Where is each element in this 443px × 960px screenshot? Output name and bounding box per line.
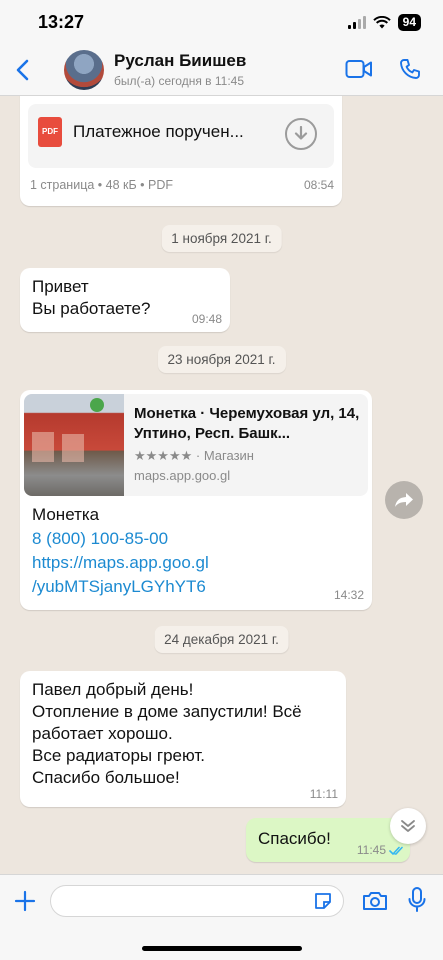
read-receipt-icon (389, 846, 403, 856)
document-meta: 1 страница • 48 кБ • PDF (30, 178, 173, 192)
microphone-icon[interactable] (408, 887, 426, 913)
message-time: 14:32 (333, 588, 364, 602)
message-text: Привет Вы работаете? (32, 277, 151, 318)
location-message[interactable]: Монетка · Черемуховая ул, 14, Уптино, Ре… (20, 390, 372, 610)
phone-link[interactable]: 8 (800) 100-85-00 (32, 528, 168, 550)
date-separator: 23 ноября 2021 г. (157, 346, 286, 373)
message-text: Спасибо! (258, 829, 331, 848)
plus-icon[interactable] (14, 890, 36, 912)
document-message[interactable]: PDF Платежное поручен... 1 страница • 48… (20, 96, 342, 206)
home-indicator (142, 946, 302, 951)
avatar[interactable] (64, 49, 104, 90)
status-icons: 94 (347, 13, 421, 31)
message-time: 11:11 (309, 787, 338, 801)
status-time: 13:27 (38, 11, 85, 32)
message-text: Павел добрый день! Отопление в доме запу… (32, 680, 302, 787)
forward-icon (395, 493, 413, 507)
chevron-left-icon (16, 59, 29, 80)
status-bar: 13:27 94 (0, 0, 443, 44)
double-chevron-down-icon (401, 820, 415, 832)
link-preview[interactable]: Монетка · Черемуховая ул, 14, Уптино, Ре… (24, 394, 368, 496)
message-time: 08:54 (303, 178, 334, 192)
sticker-icon[interactable] (313, 891, 333, 911)
date-separator: 1 ноября 2021 г. (161, 225, 282, 252)
map-link[interactable]: https://maps.app.goo.gl (32, 552, 209, 574)
document-filename: Платежное поручен... (73, 122, 244, 141)
download-button[interactable] (285, 118, 317, 150)
pdf-file-icon: PDF (38, 117, 62, 147)
last-seen: был(-а) сегодня в 11:45 (114, 74, 245, 88)
map-link-continued[interactable]: /yubMTSjanyLGYhYT6 (32, 576, 206, 598)
signal-icon (347, 15, 366, 29)
link-domain: maps.app.goo.gl (134, 468, 231, 483)
contact-name: Руслан Биишев (114, 51, 247, 70)
incoming-message[interactable]: Павел добрый день! Отопление в доме запу… (20, 671, 346, 807)
chat-area[interactable]: PDF Платежное поручен... 1 страница • 48… (0, 96, 443, 874)
message-input[interactable] (50, 885, 344, 917)
message-time: 09:48 (191, 312, 222, 326)
forward-button[interactable] (385, 481, 423, 519)
message-time: 11:45 (356, 843, 386, 857)
link-title: Монетка · Черемуховая ул, 14, Уптино, Ре… (134, 405, 360, 442)
download-icon (294, 126, 308, 140)
chat-header: Руслан Биишев был(-а) сегодня в 11:45 (0, 44, 443, 96)
location-name: Монетка (32, 505, 100, 524)
battery-indicator: 94 (397, 13, 421, 31)
wifi-icon (372, 15, 391, 28)
camera-icon[interactable] (362, 890, 388, 912)
store-thumbnail (24, 394, 124, 496)
phone-call-icon[interactable] (399, 58, 421, 80)
incoming-message[interactable]: Привет Вы работаете? 09:48 (20, 268, 230, 332)
back-button[interactable] (2, 44, 42, 96)
date-separator: 24 декабря 2021 г. (154, 626, 289, 653)
scroll-to-bottom-button[interactable] (390, 808, 426, 844)
outgoing-message[interactable]: Спасибо! 11:45 (246, 818, 410, 862)
contact-info[interactable]: Руслан Биишев был(-а) сегодня в 11:45 (114, 51, 246, 88)
pdf-badge: PDF (42, 127, 58, 136)
document-attachment[interactable]: PDF Платежное поручен... (28, 104, 334, 168)
video-call-icon[interactable] (345, 58, 373, 80)
link-rating: ★★★★★ · Магазин (134, 448, 254, 463)
